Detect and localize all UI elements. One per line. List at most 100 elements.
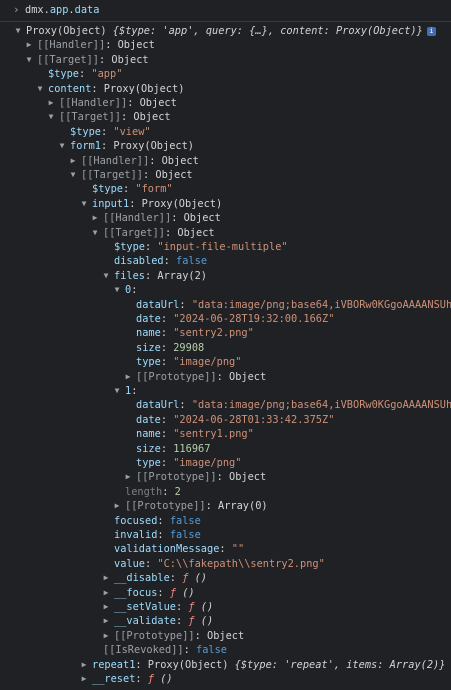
- expand-down-icon[interactable]: ▼: [80, 197, 88, 211]
- tree-row[interactable]: ▼ Proxy(Object) {$type: 'app', query: {…}…: [0, 24, 451, 38]
- property-key: content: [48, 82, 92, 95]
- expand-right-icon[interactable]: ▶: [102, 586, 110, 600]
- tree-row: ▶[[IsRevoked]]: false: [0, 643, 451, 657]
- expand-right-icon[interactable]: ▶: [102, 571, 110, 585]
- property-value: false: [169, 514, 201, 527]
- tree-row[interactable]: ▶ repeat1: Proxy(Object) {$type: 'repeat'…: [0, 658, 451, 672]
- expand-right-icon[interactable]: ▶: [80, 658, 88, 672]
- tree-row[interactable]: ▼ [[Target]]: Object: [0, 110, 451, 124]
- property-value: content:: [280, 25, 337, 37]
- expand-right-icon[interactable]: ▶: [80, 672, 88, 686]
- property-value: :: [176, 601, 189, 613]
- console-command[interactable]: dmx.app.data: [25, 4, 99, 16]
- property-value: : Object: [143, 169, 193, 181]
- property-value: ,: [333, 658, 347, 671]
- tree-row[interactable]: ▶ __disable: ƒ (): [0, 571, 451, 585]
- tree-row[interactable]: ▼ files: Array(2): [0, 269, 451, 283]
- property-value: :: [179, 298, 192, 311]
- property-value: : Proxy(Object): [91, 82, 185, 95]
- property-key: $type: [70, 125, 101, 138]
- property-value: :: [169, 572, 183, 585]
- property-value: Array(2)}: [389, 658, 446, 671]
- property-value: :: [157, 514, 170, 527]
- tree-row[interactable]: ▶ [[Handler]]: Object: [0, 211, 451, 225]
- property-value: "input-file-multiple": [157, 241, 288, 253]
- expand-right-icon[interactable]: ▶: [91, 211, 99, 225]
- expand-down-icon[interactable]: ▼: [91, 226, 99, 240]
- tree-row: ▶size: 116967: [0, 442, 451, 456]
- property-value: "view": [113, 125, 151, 138]
- expand-right-icon[interactable]: ▶: [25, 38, 33, 52]
- property-value: "": [231, 543, 245, 556]
- info-icon[interactable]: i: [426, 26, 436, 36]
- property-value: :: [145, 241, 158, 253]
- expand-down-icon[interactable]: ▼: [113, 283, 121, 297]
- tree-row[interactable]: ▶ [[Prototype]]: Object: [0, 629, 451, 643]
- tree-row[interactable]: ▶ __setValue: ƒ (): [0, 600, 451, 614]
- expand-down-icon[interactable]: ▼: [58, 139, 66, 153]
- expand-down-icon[interactable]: ▼: [69, 168, 77, 182]
- property-key: $type: [48, 68, 79, 81]
- tree-row[interactable]: ▶ [[Handler]]: Object: [0, 38, 451, 52]
- property-value: :: [160, 442, 174, 455]
- tree-row[interactable]: ▶ [[Handler]]: Object: [0, 96, 451, 110]
- tree-row[interactable]: ▼ [[Target]]: Object: [0, 226, 451, 240]
- property-key: invalid: [114, 529, 158, 541]
- property-value: (): [188, 572, 208, 585]
- tree-row[interactable]: ▼ [[Target]]: Object: [0, 168, 451, 182]
- expand-right-icon[interactable]: ▶: [102, 614, 110, 628]
- tree-row[interactable]: ▼ input1: Proxy(Object): [0, 197, 451, 211]
- property-value: :: [101, 125, 114, 138]
- tree-row[interactable]: ▶ [[Prototype]]: Array(0): [0, 499, 451, 513]
- tree-row[interactable]: ▼ 1:: [0, 384, 451, 398]
- tree-row[interactable]: ▼ 0:: [0, 283, 451, 297]
- property-key: date: [136, 313, 161, 325]
- property-key: size: [136, 341, 161, 354]
- expand-down-icon[interactable]: ▼: [36, 82, 44, 96]
- tree-row[interactable]: ▶ __reset: ƒ (): [0, 672, 451, 686]
- tree-row[interactable]: ▼ [[Target]]: Object: [0, 53, 451, 67]
- expand-down-icon[interactable]: ▼: [47, 110, 55, 124]
- tree-row: ▶size: 29908: [0, 341, 451, 355]
- expand-right-icon[interactable]: ▶: [69, 154, 77, 168]
- property-key: size: [136, 442, 161, 455]
- property-key: $type: [92, 183, 123, 196]
- property-key: focused: [114, 514, 158, 527]
- property-value: :: [179, 399, 192, 412]
- expand-right-icon[interactable]: ▶: [124, 370, 132, 384]
- tree-row[interactable]: ▼ form1: Proxy(Object): [0, 139, 451, 153]
- tree-row: ▶date: "2024-06-28T19:32:00.166Z": [0, 312, 451, 326]
- property-value: : Array(0): [205, 500, 268, 513]
- expand-down-icon[interactable]: ▼: [25, 53, 33, 67]
- expand-down-icon[interactable]: ▼: [14, 24, 22, 38]
- expand-right-icon[interactable]: ▶: [113, 499, 121, 513]
- tree-row[interactable]: ▶ [[Handler]]: Object: [0, 154, 451, 168]
- property-value: $type:: [119, 25, 163, 37]
- tree-row: ▶disabled: false: [0, 254, 451, 268]
- property-value: : Object: [194, 629, 245, 642]
- expand-down-icon[interactable]: ▼: [102, 269, 110, 283]
- tree-row[interactable]: ▶ [[Prototype]]: Object: [0, 470, 451, 484]
- expand-down-icon[interactable]: ▼: [113, 384, 121, 398]
- property-value: "data:image/png;base64,iVBORw0KGgoAAAANS…: [191, 298, 451, 311]
- expand-right-icon[interactable]: ▶: [47, 96, 55, 110]
- property-value: $type:: [240, 658, 285, 671]
- property-key: type: [136, 356, 161, 369]
- property-key: dataUrl: [136, 399, 180, 412]
- tree-row[interactable]: ▶ [[Prototype]]: Object: [0, 370, 451, 384]
- tree-row[interactable]: ▶ __validate: ƒ (): [0, 614, 451, 628]
- tree-row[interactable]: ▶ __focus: ƒ (): [0, 586, 451, 600]
- property-value: :: [183, 644, 196, 657]
- expand-right-icon[interactable]: ▶: [102, 629, 110, 643]
- property-value: :: [176, 615, 189, 628]
- property-value: 'app': [162, 25, 194, 37]
- property-value: "2024-06-28T01:33:42.375Z": [173, 413, 335, 426]
- tree-row[interactable]: ▼ content: Proxy(Object): [0, 82, 451, 96]
- expand-right-icon[interactable]: ▶: [102, 600, 110, 614]
- property-key: dataUrl: [136, 298, 180, 311]
- property-value: "C:\\fakepath\\sentry2.png": [157, 557, 325, 570]
- expand-right-icon[interactable]: ▶: [124, 470, 132, 484]
- property-value: "sentry2.png": [173, 327, 254, 340]
- property-value: false: [169, 529, 201, 541]
- tree-row: ▶focused: false: [0, 514, 451, 528]
